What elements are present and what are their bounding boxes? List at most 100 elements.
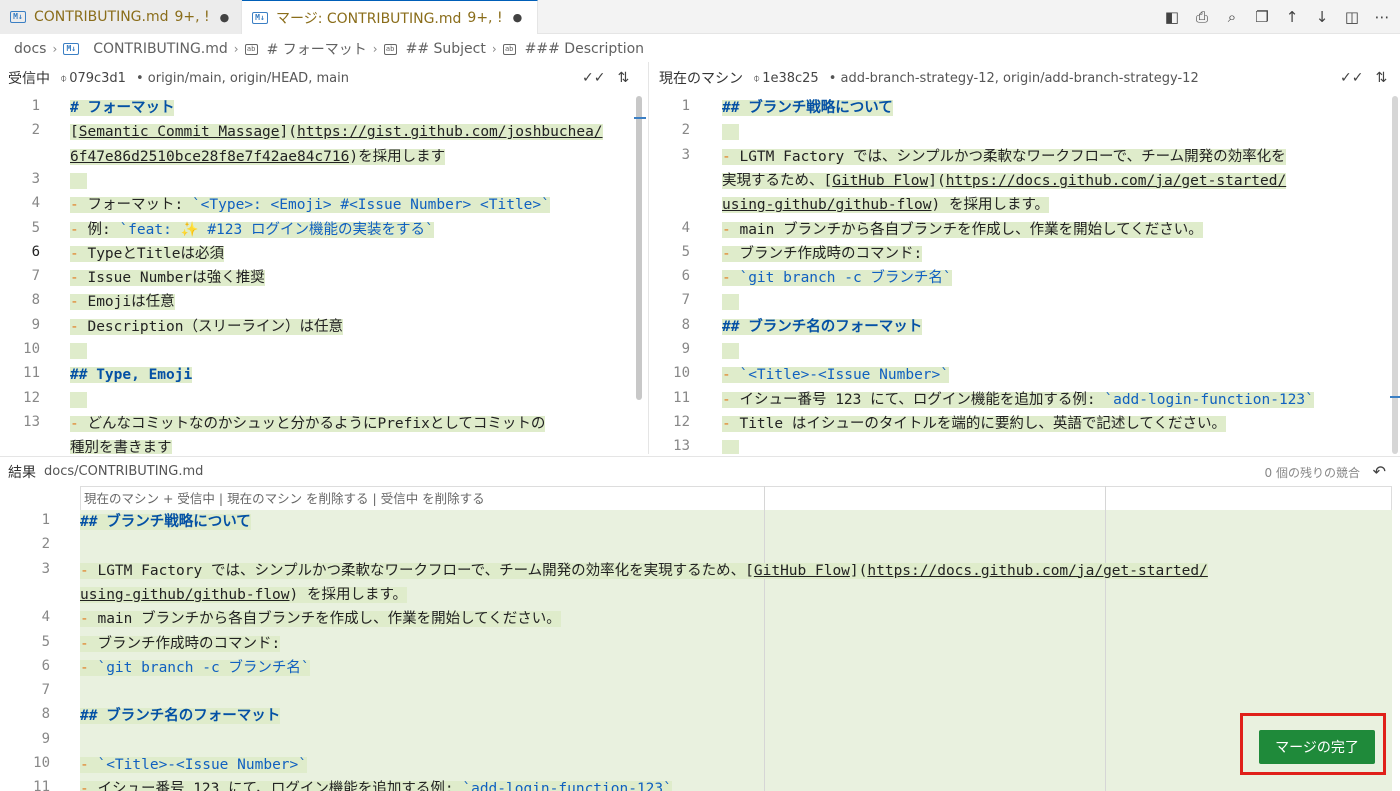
split-editor-icon[interactable]: ◫ xyxy=(1342,7,1362,27)
code-line[interactable]: using-github/github-flow) を採用します。 xyxy=(722,193,1050,217)
codelens-actions[interactable]: 現在のマシン + 受信中 | 現在のマシン を削除する | 受信中 を削除する xyxy=(84,488,485,507)
code-line[interactable]: ## Type, Emoji xyxy=(70,363,193,387)
current-scrollbar[interactable] xyxy=(1392,96,1398,454)
code-line[interactable] xyxy=(70,169,88,193)
code-token: - xyxy=(70,197,88,214)
undo-icon[interactable]: ↶ xyxy=(1373,462,1386,481)
unsaved-dot-icon[interactable]: ● xyxy=(513,11,523,24)
line-number: 1 xyxy=(31,98,40,114)
tab-contributing[interactable]: M↓ CONTRIBUTING.md 9+, ! ● xyxy=(0,0,242,34)
accept-all-icon[interactable]: ✓✓ xyxy=(582,70,605,86)
compare-icon[interactable]: ⇅ xyxy=(1375,70,1387,86)
compare-icon[interactable]: ⇅ xyxy=(617,70,629,86)
code-token: ブランチ作成時のコマンド: xyxy=(97,635,281,652)
line-number: 4 xyxy=(681,219,690,236)
code-token: main ブランチから各自ブランチを作成し、作業を開始してください。 xyxy=(97,611,561,628)
incoming-commit[interactable]: 079c3d1 xyxy=(69,71,126,86)
current-commit[interactable]: 1e38c25 xyxy=(762,71,819,86)
code-line[interactable]: - `git branch -c ブランチ名` xyxy=(80,656,310,680)
breadcrumb-heading-subject[interactable]: ## Subject xyxy=(406,41,486,57)
pane-divider[interactable] xyxy=(648,62,649,454)
code-line[interactable]: ## ブランチ戦略について xyxy=(80,510,251,534)
code-line[interactable]: - Title はイシューのタイトルを端的に要約し、英語で記述してください。 xyxy=(722,412,1226,436)
line-number: 10 xyxy=(673,365,690,382)
code-line[interactable] xyxy=(722,339,740,363)
incoming-editor[interactable]: 1 # フォーマット 2 [Semantic Commit Massage](http… xyxy=(0,96,648,454)
code-line[interactable]: - `<Title>-<Issue Number>` xyxy=(722,363,949,387)
empty-change-highlight xyxy=(70,391,88,408)
code-line[interactable]: ## ブランチ名のフォーマット xyxy=(80,704,281,728)
code-line[interactable]: 6f47e86d2510bce28f8e7f42ae84c716)を採用します xyxy=(70,145,446,169)
code-line[interactable]: - フォーマット: `<Type>: <Emoji> #<Issue Numbe… xyxy=(70,193,550,217)
code-line[interactable] xyxy=(70,339,88,363)
commit-icon: ⌽ xyxy=(60,70,68,85)
tab-problem-count: 9+, ! xyxy=(467,9,503,26)
line-number: 5 xyxy=(31,219,40,236)
breadcrumb-heading-format[interactable]: # フォーマット xyxy=(267,39,367,59)
code-token: - xyxy=(70,318,88,335)
tab-problem-count: 9+, ! xyxy=(174,9,210,25)
code-line[interactable]: ## ブランチ名のフォーマット xyxy=(722,315,923,339)
code-line[interactable]: 種別を書きます xyxy=(70,436,172,454)
line-number: 8 xyxy=(41,706,50,723)
code-line[interactable]: 実現するため、[GitHub Flow](https://docs.github… xyxy=(722,169,1287,193)
line-number: 2 xyxy=(681,122,690,139)
code-line[interactable]: - イシュー番号 123 にて、ログイン機能を追加する例: `add-login… xyxy=(80,777,672,791)
code-line[interactable]: - ブランチ作成時のコマンド: xyxy=(80,632,281,656)
breadcrumb-file[interactable]: CONTRIBUTING.md xyxy=(93,41,228,57)
complete-merge-button[interactable]: マージの完了 xyxy=(1259,730,1375,764)
code-line[interactable]: - `<Title>-<Issue Number>` xyxy=(80,753,307,777)
split-compare-icon[interactable]: ◧ xyxy=(1162,7,1182,27)
code-line[interactable] xyxy=(722,120,740,144)
code-line[interactable]: - イシュー番号 123 にて、ログイン機能を追加する例: `add-login… xyxy=(722,388,1314,412)
tab-merge-contributing[interactable]: M↓ マージ: CONTRIBUTING.md 9+, ! ● xyxy=(242,0,538,34)
code-line[interactable]: - `git branch -c ブランチ名` xyxy=(722,266,952,290)
arrow-up-icon[interactable]: ↑ xyxy=(1282,7,1302,27)
line-number: 5 xyxy=(681,243,690,260)
code-line[interactable]: - LGTM Factory では、シンプルかつ柔軟なワークフローで、チーム開発… xyxy=(722,145,1286,169)
code-token: - xyxy=(722,367,740,384)
current-editor[interactable]: 1 ## ブランチ戦略について 2 3 - LGTM Factory では、シンプルか… xyxy=(650,96,1400,454)
unsaved-dot-icon[interactable]: ● xyxy=(220,11,230,24)
line-number: 12 xyxy=(23,389,40,406)
code-line[interactable]: - TypeとTitleは必須 xyxy=(70,242,225,266)
print-icon[interactable]: ⎙ xyxy=(1192,7,1212,27)
code-line[interactable]: - LGTM Factory では、シンプルかつ柔軟なワークフローで、チーム開発… xyxy=(80,559,1208,583)
incoming-scrollbar[interactable] xyxy=(636,96,642,400)
code-line[interactable]: - Issue Numberは強く推奨 xyxy=(70,266,265,290)
code-token: ]( xyxy=(849,562,868,579)
line-number: 3 xyxy=(681,146,690,163)
code-line[interactable]: - Description（スリーライン）は任意 xyxy=(70,315,343,339)
line-number: 12 xyxy=(673,413,690,430)
chevron-right-icon: › xyxy=(233,42,239,56)
more-icon[interactable]: ⋯ xyxy=(1372,7,1392,27)
copy-icon[interactable]: ❐ xyxy=(1252,7,1272,27)
incoming-header: 受信中 ⌽ 079c3d1 • origin/main, origin/HEAD… xyxy=(8,63,349,93)
code-line[interactable]: ## ブランチ戦略について xyxy=(722,96,893,120)
code-line[interactable] xyxy=(722,290,740,314)
empty-change-highlight xyxy=(722,440,740,454)
code-token: `<Title>-<Issue Number>` xyxy=(739,367,949,384)
breadcrumb-heading-description[interactable]: ### Description xyxy=(525,41,644,57)
code-line[interactable]: - 例: `feat: ✨ #123 ログイン機能の実装をする` xyxy=(70,218,434,242)
code-line[interactable]: - main ブランチから各自ブランチを作成し、作業を開始してください。 xyxy=(80,607,561,631)
code-line[interactable]: - どんなコミットなのかシュッと分かるようにPrefixとしてコミットの xyxy=(70,412,546,436)
code-line[interactable] xyxy=(722,436,740,454)
search-preview-icon[interactable]: ⌕ xyxy=(1222,7,1242,27)
code-line[interactable]: - ブランチ作成時のコマンド: xyxy=(722,242,923,266)
code-token: ## ブランチ名のフォーマット xyxy=(80,708,281,725)
code-line[interactable] xyxy=(70,388,88,412)
breadcrumb-docs[interactable]: docs xyxy=(14,41,46,57)
result-editor[interactable]: 1 ## ブランチ戦略について 2 3 - LGTM Factory では、シンプルかつ… xyxy=(0,510,1392,791)
accept-all-icon[interactable]: ✓✓ xyxy=(1340,70,1363,86)
code-token: フォーマット: xyxy=(87,197,192,214)
code-line[interactable]: - main ブランチから各自ブランチを作成し、作業を開始してください。 xyxy=(722,218,1203,242)
line-number: 8 xyxy=(31,292,40,309)
code-line[interactable]: using-github/github-flow) を採用します。 xyxy=(80,583,408,607)
code-line[interactable]: # フォーマット xyxy=(70,96,175,120)
code-token: )を採用します xyxy=(349,148,446,165)
tab-label: CONTRIBUTING.md xyxy=(34,9,169,25)
code-line[interactable]: - Emojiは任意 xyxy=(70,290,175,314)
code-line[interactable]: [Semantic Commit Massage](https://gist.g… xyxy=(70,120,603,144)
arrow-down-icon[interactable]: ↓ xyxy=(1312,7,1332,27)
